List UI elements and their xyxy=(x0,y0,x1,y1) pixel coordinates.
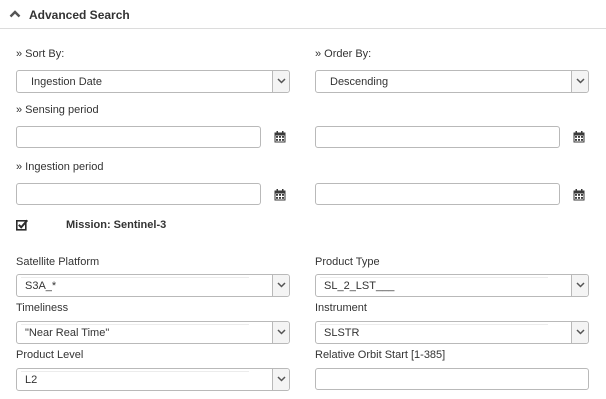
sensing-period-label: » Sensing period xyxy=(16,104,99,116)
sort-by-value: Ingestion Date xyxy=(31,76,102,88)
advanced-search-title: Advanced Search xyxy=(29,8,130,22)
mission-label: Mission: Sentinel-3 xyxy=(66,219,167,231)
relative-orbit-input[interactable] xyxy=(316,369,588,389)
order-by-label: » Order By: xyxy=(315,48,372,60)
sort-by-select[interactable]: Ingestion Date xyxy=(16,70,290,93)
sensing-end-input[interactable] xyxy=(316,127,559,147)
satellite-platform-dropdown-button[interactable] xyxy=(272,275,289,296)
sort-by-dropdown-button[interactable] xyxy=(272,71,289,92)
satellite-platform-label: Satellite Platform xyxy=(16,256,100,268)
calendar-icon[interactable] xyxy=(274,189,286,201)
calendar-icon[interactable] xyxy=(274,131,286,143)
satellite-platform-select[interactable]: S3A_* xyxy=(16,274,290,297)
sensing-start-field[interactable] xyxy=(16,126,261,148)
relative-orbit-field[interactable] xyxy=(315,368,589,390)
instrument-label: Instrument xyxy=(315,302,367,314)
product-type-value: SL_2_LST___ xyxy=(324,280,395,292)
timeliness-dropdown-button[interactable] xyxy=(272,322,289,343)
sensing-start-input[interactable] xyxy=(17,127,260,147)
product-level-label: Product Level xyxy=(16,349,84,361)
chevron-up-icon xyxy=(9,10,21,18)
timeliness-label: Timeliness xyxy=(16,302,69,314)
satellite-platform-value: S3A_* xyxy=(25,280,57,292)
calendar-icon[interactable] xyxy=(573,131,585,143)
order-by-select[interactable]: Descending xyxy=(315,70,589,93)
chevron-down-icon xyxy=(576,78,585,84)
calendar-icon[interactable] xyxy=(573,189,585,201)
ingestion-period-label: » Ingestion period xyxy=(16,161,104,173)
product-level-select[interactable]: L2 xyxy=(16,368,290,391)
chevron-down-icon xyxy=(277,329,286,335)
order-by-value: Descending xyxy=(330,76,389,88)
chevron-down-icon xyxy=(277,282,286,288)
chevron-down-icon xyxy=(277,376,286,382)
product-type-label: Product Type xyxy=(315,256,380,268)
chevron-down-icon xyxy=(277,78,286,84)
instrument-value: SLSTR xyxy=(324,327,360,339)
relative-orbit-label: Relative Orbit Start [1-385] xyxy=(315,349,446,361)
order-by-dropdown-button[interactable] xyxy=(571,71,588,92)
chevron-down-icon xyxy=(576,329,585,335)
timeliness-select[interactable]: "Near Real Time" xyxy=(16,321,290,344)
product-level-value: L2 xyxy=(25,374,38,386)
ingestion-start-input[interactable] xyxy=(17,184,260,204)
ingestion-start-field[interactable] xyxy=(16,183,261,205)
product-level-dropdown-button[interactable] xyxy=(272,369,289,390)
ingestion-end-input[interactable] xyxy=(316,184,559,204)
product-type-select[interactable]: SL_2_LST___ xyxy=(315,274,589,297)
sort-by-label: » Sort By: xyxy=(16,48,65,60)
instrument-dropdown-button[interactable] xyxy=(571,322,588,343)
instrument-select[interactable]: SLSTR xyxy=(315,321,589,344)
timeliness-value: "Near Real Time" xyxy=(25,327,110,339)
ingestion-end-field[interactable] xyxy=(315,183,560,205)
mission-checkbox[interactable] xyxy=(16,219,28,231)
sensing-end-field[interactable] xyxy=(315,126,560,148)
chevron-down-icon xyxy=(576,282,585,288)
advanced-search-header[interactable]: Advanced Search xyxy=(0,0,606,29)
product-type-dropdown-button[interactable] xyxy=(571,275,588,296)
